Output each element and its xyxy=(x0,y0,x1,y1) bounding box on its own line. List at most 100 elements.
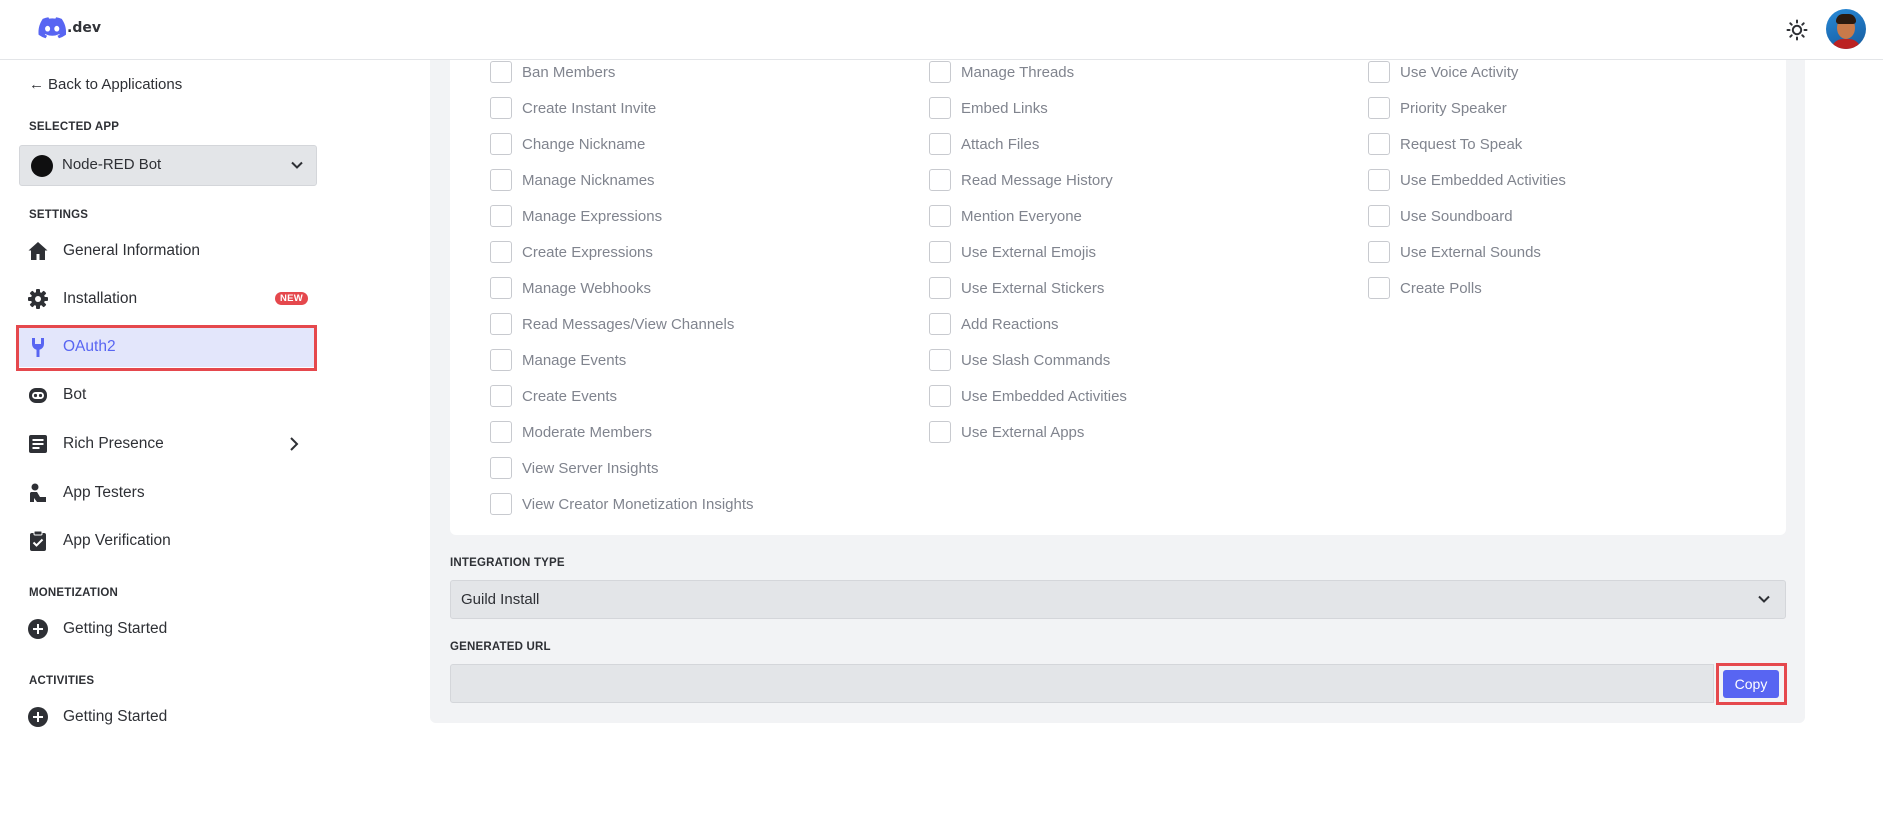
sidebar-item-label: Getting Started xyxy=(63,708,168,725)
checkbox[interactable] xyxy=(929,97,951,119)
permission-checkbox-row[interactable]: View Server Insights xyxy=(490,456,658,480)
checkbox[interactable] xyxy=(490,133,512,155)
app-name: Node-RED Bot xyxy=(62,156,162,173)
checkbox[interactable] xyxy=(490,421,512,443)
sidebar-item-monetization-getting-started[interactable]: Getting Started xyxy=(17,609,315,649)
permission-checkbox-row[interactable]: Manage Threads xyxy=(929,60,1074,84)
checkbox[interactable] xyxy=(929,169,951,191)
permission-checkbox-row[interactable]: Create Instant Invite xyxy=(490,96,656,120)
permission-checkbox-row[interactable]: Manage Expressions xyxy=(490,204,662,228)
checkbox[interactable] xyxy=(490,457,512,479)
app-selector[interactable]: Node-RED Bot xyxy=(19,145,317,186)
sidebar-item-oauth2[interactable]: OAuth2 xyxy=(17,327,315,367)
permission-checkbox-row[interactable]: Use Soundboard xyxy=(1368,204,1513,228)
sidebar-item-label: Rich Presence xyxy=(63,435,164,452)
permission-checkbox-row[interactable]: Embed Links xyxy=(929,96,1048,120)
checkbox[interactable] xyxy=(490,313,512,335)
logo[interactable]: .dev xyxy=(38,17,101,39)
user-avatar[interactable] xyxy=(1826,9,1866,49)
checkbox[interactable] xyxy=(1368,169,1390,191)
permission-checkbox-row[interactable]: Change Nickname xyxy=(490,132,645,156)
checkbox[interactable] xyxy=(929,313,951,335)
sidebar: ← Back to Applications SELECTED APP Node… xyxy=(0,60,340,835)
bot-permissions-panel: Ban Members Create Instant Invite Change N… xyxy=(450,60,1786,535)
checkbox[interactable] xyxy=(490,385,512,407)
person-icon xyxy=(27,482,49,504)
checkbox[interactable] xyxy=(929,133,951,155)
checkbox[interactable] xyxy=(490,241,512,263)
checkbox[interactable] xyxy=(1368,205,1390,227)
permission-label: Use Slash Commands xyxy=(961,351,1111,369)
checkbox[interactable] xyxy=(929,241,951,263)
checkbox[interactable] xyxy=(490,493,512,515)
checkbox[interactable] xyxy=(490,205,512,227)
checkbox[interactable] xyxy=(929,277,951,299)
permission-checkbox-row[interactable]: Manage Webhooks xyxy=(490,276,651,300)
permission-checkbox-row[interactable]: Use External Stickers xyxy=(929,276,1104,300)
permission-checkbox-row[interactable]: Manage Events xyxy=(490,348,626,372)
checkbox[interactable] xyxy=(929,421,951,443)
checkbox[interactable] xyxy=(490,169,512,191)
permission-checkbox-row[interactable]: Create Polls xyxy=(1368,276,1482,300)
permission-label: Create Polls xyxy=(1400,279,1482,297)
sidebar-item-bot[interactable]: Bot xyxy=(17,375,315,415)
permission-label: Use External Apps xyxy=(961,423,1085,441)
permission-checkbox-row[interactable]: Ban Members xyxy=(490,60,615,84)
permission-checkbox-row[interactable]: Read Messages/View Channels xyxy=(490,312,734,336)
permission-checkbox-row[interactable]: Mention Everyone xyxy=(929,204,1082,228)
checkbox[interactable] xyxy=(1368,277,1390,299)
checkbox[interactable] xyxy=(490,61,512,83)
checkbox[interactable] xyxy=(1368,61,1390,83)
permission-checkbox-row[interactable]: Add Reactions xyxy=(929,312,1059,336)
sidebar-item-installation[interactable]: Installation NEW xyxy=(17,279,315,319)
permission-checkbox-row[interactable]: Use External Apps xyxy=(929,420,1084,444)
checkbox[interactable] xyxy=(1368,133,1390,155)
theme-toggle-button[interactable] xyxy=(1783,16,1811,44)
sidebar-item-app-verification[interactable]: App Verification xyxy=(17,521,315,561)
permission-checkbox-row[interactable]: View Creator Monetization Insights xyxy=(490,492,754,516)
sidebar-item-general-information[interactable]: General Information xyxy=(17,231,315,271)
checkbox[interactable] xyxy=(490,277,512,299)
permission-label: View Server Insights xyxy=(522,459,659,477)
sidebar-item-app-testers[interactable]: App Testers xyxy=(17,473,315,513)
permission-checkbox-row[interactable]: Create Events xyxy=(490,384,617,408)
sidebar-item-label: OAuth2 xyxy=(63,338,116,355)
permission-checkbox-row[interactable]: Request To Speak xyxy=(1368,132,1522,156)
checkbox[interactable] xyxy=(929,385,951,407)
checkbox[interactable] xyxy=(490,349,512,371)
back-to-applications-link[interactable]: ← Back to Applications xyxy=(29,76,182,93)
permission-checkbox-row[interactable]: Attach Files xyxy=(929,132,1039,156)
checkbox[interactable] xyxy=(1368,241,1390,263)
checkbox[interactable] xyxy=(1368,97,1390,119)
checkbox[interactable] xyxy=(929,61,951,83)
checkbox[interactable] xyxy=(929,349,951,371)
logo-text: .dev xyxy=(67,20,101,36)
permission-label: Use Voice Activity xyxy=(1400,63,1519,81)
permission-checkbox-row[interactable]: Use Embedded Activities xyxy=(1368,168,1566,192)
permission-label: Read Message History xyxy=(961,171,1113,189)
permission-checkbox-row[interactable]: Read Message History xyxy=(929,168,1113,192)
permission-checkbox-row[interactable]: Use Slash Commands xyxy=(929,348,1110,372)
sidebar-item-activities-getting-started[interactable]: Getting Started xyxy=(17,697,315,737)
chevron-down-icon xyxy=(1758,595,1770,603)
permission-checkbox-row[interactable]: Use Embedded Activities xyxy=(929,384,1127,408)
permission-checkbox-row[interactable]: Use Voice Activity xyxy=(1368,60,1518,84)
monetization-heading: MONETIZATION xyxy=(29,587,119,599)
generated-url-field[interactable] xyxy=(450,664,1714,703)
permission-checkbox-row[interactable]: Use External Emojis xyxy=(929,240,1096,264)
permission-checkbox-row[interactable]: Manage Nicknames xyxy=(490,168,655,192)
copy-button[interactable]: Copy xyxy=(1723,670,1779,698)
sidebar-item-rich-presence[interactable]: Rich Presence xyxy=(17,424,315,464)
permission-checkbox-row[interactable]: Moderate Members xyxy=(490,420,652,444)
url-generator-card: Ban Members Create Instant Invite Change N… xyxy=(430,60,1805,723)
permission-checkbox-row[interactable]: Use External Sounds xyxy=(1368,240,1541,264)
checkbox[interactable] xyxy=(490,97,512,119)
permission-checkbox-row[interactable]: Priority Speaker xyxy=(1368,96,1507,120)
integration-type-select[interactable]: Guild Install xyxy=(450,580,1786,619)
permission-label: Use External Sounds xyxy=(1400,243,1541,261)
generated-url-label: GENERATED URL xyxy=(450,641,551,653)
permission-label: Manage Events xyxy=(522,351,627,369)
activities-heading: ACTIVITIES xyxy=(29,675,95,687)
checkbox[interactable] xyxy=(929,205,951,227)
permission-checkbox-row[interactable]: Create Expressions xyxy=(490,240,653,264)
